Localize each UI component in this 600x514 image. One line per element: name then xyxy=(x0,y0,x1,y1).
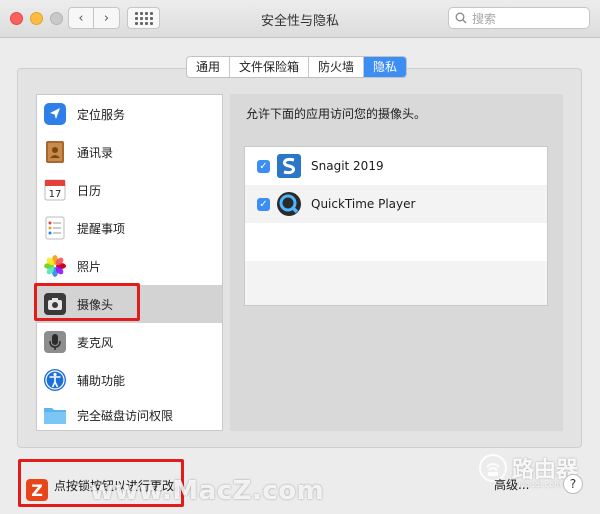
title-bar: ‹ › 安全性与隐私 搜索 xyxy=(0,0,600,38)
app-name: Snagit 2019 xyxy=(311,159,384,173)
sidebar-item-label: 日历 xyxy=(77,183,102,198)
tab-bar: 通用 文件保险箱 防火墙 隐私 xyxy=(186,56,408,78)
help-button[interactable]: ? xyxy=(563,474,583,494)
search-input[interactable]: 搜索 xyxy=(448,7,590,29)
app-row-quicktime: ✓ QuickTime Player xyxy=(245,185,547,223)
checkmark-icon: ✓ xyxy=(259,198,268,210)
tab-filevault[interactable]: 文件保险箱 xyxy=(230,57,310,77)
sidebar-item-label: 通讯录 xyxy=(77,145,114,160)
app-permission-list: ✓ Snagit 2019 ✓ QuickTime Player xyxy=(244,146,548,306)
sidebar-item-reminders[interactable]: 提醒事项 xyxy=(37,209,222,247)
app-name: QuickTime Player xyxy=(311,197,416,211)
checkmark-icon: ✓ xyxy=(259,160,268,172)
quicktime-icon xyxy=(277,192,301,216)
privacy-category-list: 定位服务 通讯录 17 日历 提醒事项 照片 摄像头 麦克风 辅助功能 完全磁盘… xyxy=(36,94,223,431)
accessibility-icon xyxy=(42,367,68,393)
sidebar-item-contacts[interactable]: 通讯录 xyxy=(37,133,222,171)
reminders-icon xyxy=(42,215,68,241)
sidebar-item-label: 提醒事项 xyxy=(77,221,126,236)
microphone-icon xyxy=(42,329,68,355)
tab-general[interactable]: 通用 xyxy=(187,57,231,77)
sidebar-item-label: 麦克风 xyxy=(77,335,114,350)
sidebar-item-accessibility[interactable]: 辅助功能 xyxy=(37,361,222,399)
snagit-icon xyxy=(277,154,301,178)
sidebar-item-label: 完全磁盘访问权限 xyxy=(77,408,174,423)
snagit-camera-checkbox[interactable]: ✓ xyxy=(257,159,270,173)
sidebar-item-microphone[interactable]: 麦克风 xyxy=(37,323,222,361)
contacts-icon xyxy=(42,139,68,165)
empty-row xyxy=(245,261,547,305)
camera-highlight-box xyxy=(34,283,140,321)
site-watermark: www.MacZ.com xyxy=(90,476,325,506)
calendar-icon: 17 xyxy=(42,177,68,203)
tab-firewall[interactable]: 防火墙 xyxy=(309,57,365,77)
sidebar-item-label: 定位服务 xyxy=(77,107,126,122)
search-placeholder: 搜索 xyxy=(472,11,497,26)
quicktime-camera-checkbox[interactable]: ✓ xyxy=(257,197,270,211)
advanced-button[interactable]: 高级... xyxy=(494,476,529,493)
permission-caption: 允许下面的应用访问您的摄像头。 xyxy=(246,107,427,121)
sidebar-item-location[interactable]: 定位服务 xyxy=(37,95,222,133)
sidebar-item-photos[interactable]: 照片 xyxy=(37,247,222,285)
tab-privacy[interactable]: 隐私 xyxy=(364,57,407,77)
calendar-day: 17 xyxy=(49,189,62,200)
location-icon xyxy=(42,101,68,127)
search-icon xyxy=(455,12,467,24)
sidebar-item-label: 照片 xyxy=(77,259,102,274)
macz-logo: Z xyxy=(26,479,48,501)
folder-icon xyxy=(42,402,68,428)
photos-icon xyxy=(42,253,68,279)
sidebar-item-full-disk-access[interactable]: 完全磁盘访问权限 xyxy=(37,399,222,431)
app-row-snagit: ✓ Snagit 2019 xyxy=(245,147,547,185)
sidebar-item-calendar[interactable]: 17 日历 xyxy=(37,171,222,209)
empty-row xyxy=(245,223,547,261)
sidebar-item-label: 辅助功能 xyxy=(77,373,126,388)
